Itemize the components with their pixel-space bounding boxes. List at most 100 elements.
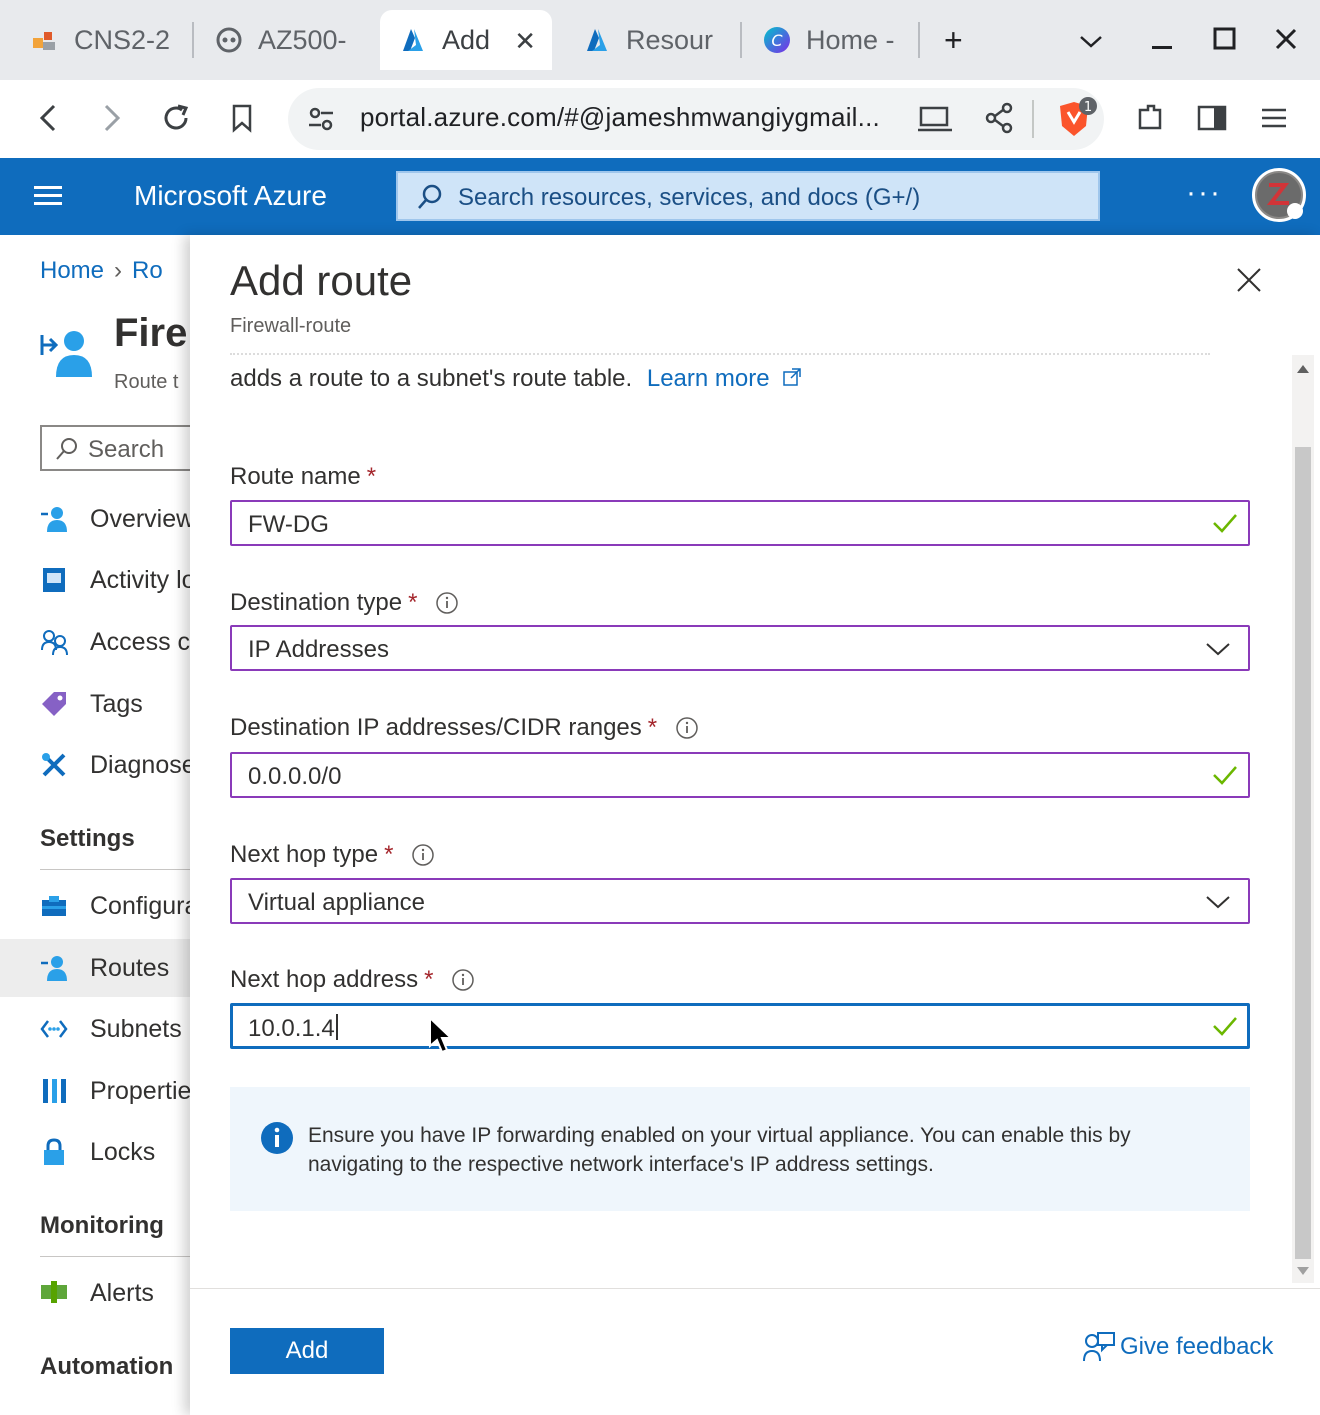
url-text[interactable]: portal.azure.com/#@jameshmwangiygmail...	[360, 102, 880, 133]
tab-separator	[192, 22, 194, 58]
address-bar[interactable]: portal.azure.com/#@jameshmwangiygmail...…	[288, 88, 1104, 150]
intro-text: adds a route to a subnet's route table. …	[230, 365, 802, 393]
info-icon[interactable]	[411, 843, 435, 867]
browser-toolbar: portal.azure.com/#@jameshmwangiygmail...…	[0, 80, 1320, 158]
panel-scrollbar[interactable]	[1292, 355, 1314, 1283]
intro-description: adds a route to a subnet's route table.	[230, 365, 633, 392]
destination-type-label: Destination type *	[230, 589, 459, 617]
menu-item-label: Diagnose	[90, 750, 192, 779]
cast-icon[interactable]	[918, 104, 952, 139]
brave-shield-icon[interactable]: 1	[1054, 96, 1098, 145]
search-placeholder: Search resources, services, and docs (G+…	[458, 184, 921, 211]
text-caret	[335, 1014, 338, 1040]
close-tab-icon[interactable]: ✕	[514, 26, 536, 57]
section-heading-monitoring: Monitoring	[40, 1212, 164, 1239]
minimize-window-icon[interactable]	[1150, 20, 1174, 57]
scrollbar-thumb[interactable]	[1295, 447, 1311, 1259]
maximize-window-icon[interactable]	[1212, 26, 1238, 59]
tab-label: Resour	[626, 24, 714, 55]
menu-search-placeholder: Search	[88, 436, 165, 463]
scroll-up-arrow-icon[interactable]	[1297, 365, 1309, 373]
tab-label: Add	[442, 24, 491, 55]
bookmark-icon[interactable]	[222, 98, 262, 138]
browser-tab-az500[interactable]: AZ500-	[214, 10, 364, 70]
browser-tab-resource[interactable]: Resour	[582, 10, 732, 70]
menu-item-overview[interactable]: Overview	[0, 491, 192, 547]
next-hop-type-dropdown[interactable]: Virtual appliance	[230, 878, 1250, 924]
browser-tab-add-route[interactable]: Add ✕	[380, 10, 552, 70]
menu-item-properties[interactable]: Propertie	[0, 1063, 192, 1119]
next-hop-type-value: Virtual appliance	[248, 889, 426, 916]
scroll-down-arrow-icon[interactable]	[1297, 1267, 1309, 1275]
destination-ip-value: 0.0.0.0/0	[248, 763, 342, 790]
portal-menu-icon[interactable]	[34, 186, 62, 206]
github-copilot-icon	[214, 25, 244, 55]
more-options-icon[interactable]: ···	[1186, 176, 1222, 210]
feedback-icon	[1082, 1331, 1116, 1363]
forward-icon[interactable]	[92, 98, 132, 138]
browser-tab-cns[interactable]: CNS2-2	[30, 10, 180, 70]
tab-search-chevron-icon[interactable]	[1078, 26, 1104, 58]
route-name-input[interactable]: FW-DG	[230, 500, 1250, 546]
menu-item-label: Tags	[90, 689, 143, 718]
next-hop-address-input[interactable]: 10.0.1.4	[230, 1003, 1250, 1049]
share-icon[interactable]	[984, 102, 1014, 139]
menu-item-routes[interactable]: Routes	[0, 939, 192, 997]
diagnose-icon	[40, 751, 68, 779]
add-button[interactable]: Add	[230, 1328, 384, 1374]
destination-type-dropdown[interactable]: IP Addresses	[230, 625, 1250, 671]
info-icon[interactable]	[675, 716, 699, 740]
required-marker: *	[366, 463, 377, 490]
extensions-icon[interactable]	[1130, 98, 1170, 138]
reload-icon[interactable]	[156, 98, 196, 138]
close-window-icon[interactable]	[1274, 26, 1298, 58]
menu-item-label: Access co	[90, 627, 192, 656]
section-heading-automation: Automation	[40, 1353, 174, 1380]
routes-icon	[40, 954, 68, 982]
next-hop-address-label: Next hop address *	[230, 966, 475, 994]
azure-search-input[interactable]: Search resources, services, and docs (G+…	[396, 171, 1100, 221]
site-settings-icon[interactable]	[306, 104, 336, 139]
azure-icon	[398, 25, 428, 55]
destination-ip-input[interactable]: 0.0.0.0/0	[230, 752, 1250, 798]
configuration-icon	[40, 892, 68, 920]
menu-item-subnets[interactable]: Subnets	[0, 1001, 192, 1057]
menu-item-tags[interactable]: Tags	[0, 676, 192, 732]
menu-item-diagnose[interactable]: Diagnose	[0, 737, 192, 793]
menu-item-configuration[interactable]: Configura	[0, 878, 192, 934]
search-icon	[56, 438, 77, 460]
menu-search-input[interactable]: Search	[40, 425, 210, 471]
route-table-blade: Home › Ro Fire Route t Search Overview Act…	[0, 235, 210, 1415]
menu-item-locks[interactable]: Locks	[0, 1124, 192, 1180]
give-feedback-link[interactable]: Give feedback	[1082, 1331, 1273, 1363]
azure-brand[interactable]: Microsoft Azure	[134, 180, 327, 212]
required-marker: *	[424, 966, 434, 993]
sidebar-toggle-icon[interactable]	[1192, 98, 1232, 138]
breadcrumb-home[interactable]: Home	[40, 257, 104, 284]
required-marker: *	[408, 589, 418, 616]
browser-menu-icon[interactable]	[1254, 98, 1294, 138]
panel-title: Add route	[230, 257, 413, 304]
menu-item-activity-log[interactable]: Activity lo	[0, 552, 192, 608]
new-tab-button[interactable]: +	[944, 22, 963, 59]
activity-log-icon	[40, 566, 68, 594]
canva-icon: C	[762, 25, 792, 55]
back-icon[interactable]	[28, 98, 68, 138]
cns-favicon-icon	[30, 25, 60, 55]
menu-item-alerts[interactable]: Alerts	[0, 1265, 192, 1321]
tab-separator	[918, 22, 920, 58]
properties-icon	[40, 1077, 68, 1105]
menu-item-label: Alerts	[90, 1278, 154, 1307]
valid-check-icon	[1212, 512, 1238, 536]
page-title: Fire	[114, 311, 188, 355]
avatar[interactable]	[1252, 168, 1306, 222]
info-icon[interactable]	[451, 968, 475, 992]
info-icon[interactable]	[435, 591, 459, 615]
menu-item-access-control[interactable]: Access co	[0, 614, 192, 670]
menu-item-label: Activity lo	[90, 565, 192, 594]
breadcrumb-routes[interactable]: Ro	[132, 257, 163, 284]
valid-check-icon	[1212, 764, 1238, 788]
learn-more-link[interactable]: Learn more	[639, 365, 802, 392]
browser-tab-home[interactable]: C Home -	[762, 10, 912, 70]
close-icon[interactable]	[1234, 265, 1264, 295]
